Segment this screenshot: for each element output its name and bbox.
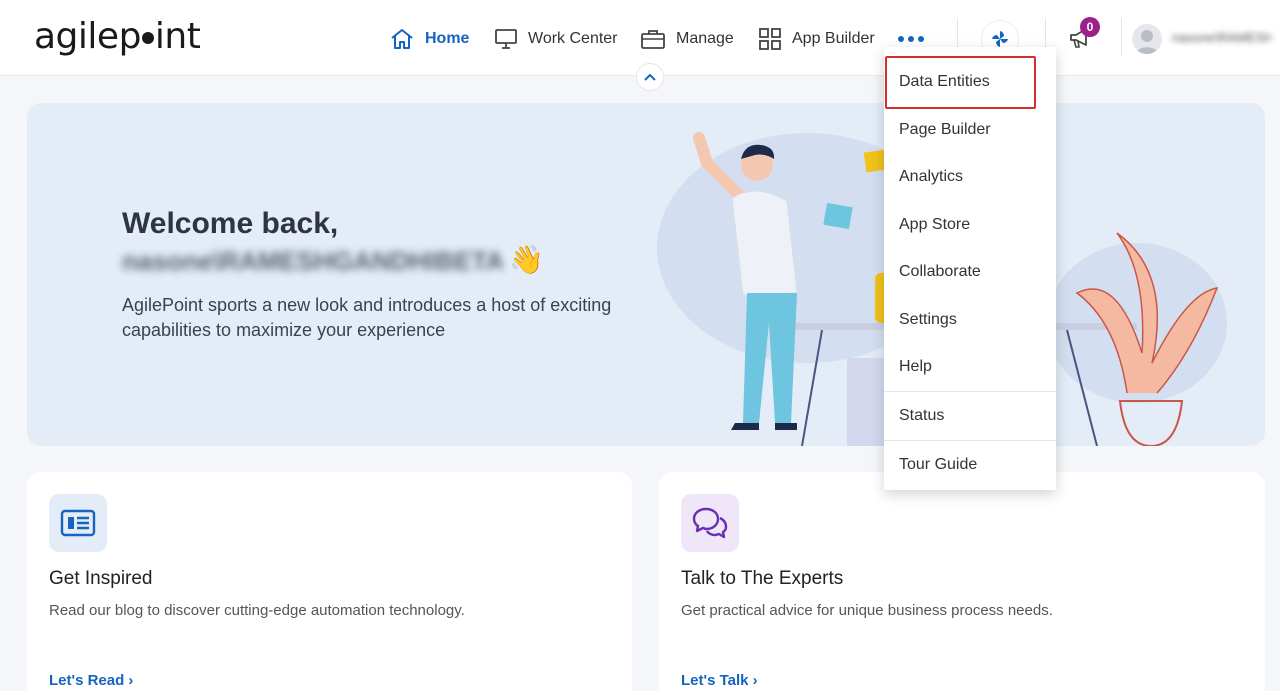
menu-item-analytics[interactable]: Analytics [884, 154, 1056, 200]
agilepoint-logo[interactable]: agilep int [34, 16, 201, 57]
user-avatar[interactable] [1132, 24, 1162, 54]
welcome-user-name: nasone\RAMESHGANDHIBETA [122, 246, 502, 276]
menu-item-status[interactable]: Status [884, 393, 1056, 439]
plant-pot [1118, 400, 1184, 446]
collapse-header-button[interactable] [636, 63, 664, 91]
nav-manage-label: Manage [676, 30, 734, 47]
briefcase-icon [641, 30, 665, 49]
card-description: Get practical advice for unique business… [681, 602, 1053, 619]
newspaper-icon [49, 494, 107, 552]
menu-item-collaborate[interactable]: Collaborate [884, 249, 1056, 295]
menu-item-data-entities[interactable]: Data Entities [884, 59, 1056, 105]
grid-icon [759, 28, 781, 50]
menu-item-app-store[interactable]: App Store [884, 202, 1056, 248]
welcome-title: Welcome back, [122, 207, 339, 240]
menu-item-page-builder[interactable]: Page Builder [884, 107, 1056, 153]
card-description: Read our blog to discover cutting-edge a… [49, 602, 465, 619]
chevron-up-icon [644, 73, 656, 81]
welcome-banner: Welcome back, nasone\RAMESHGANDHIBETA 👋 … [27, 103, 1265, 446]
user-name[interactable]: nasone\RAMESHGANDHIBETA [1172, 30, 1272, 48]
talk-to-experts-card: Talk to The Experts Get practical advice… [659, 472, 1265, 691]
monitor-icon [495, 29, 517, 49]
nav-home-label: Home [425, 30, 470, 47]
menu-divider [884, 391, 1056, 392]
nav-home[interactable]: Home [389, 24, 469, 54]
sticky-note-blue [823, 202, 853, 230]
menu-item-settings[interactable]: Settings [884, 297, 1056, 343]
top-header: agilep int Home Work Center Manage App Bu… [0, 0, 1280, 76]
person-pants [743, 293, 797, 423]
card-title: Talk to The Experts [681, 568, 844, 589]
logo-text-a: agilep [34, 16, 141, 57]
header-divider [1121, 18, 1122, 56]
home-icon [391, 29, 413, 49]
menu-divider [884, 440, 1056, 441]
user-icon [1136, 30, 1158, 54]
dot [908, 36, 914, 42]
person-shoes [731, 423, 797, 430]
wave-emoji-icon: 👋 [509, 244, 544, 275]
nav-work-center[interactable]: Work Center [494, 24, 618, 54]
notification-count-badge: 0 [1080, 17, 1100, 37]
dot [918, 36, 924, 42]
nav-app-builder[interactable]: App Builder [758, 24, 875, 54]
pinwheel-icon [992, 31, 1008, 47]
more-dropdown-menu: Data Entities Page Builder Analytics App… [884, 47, 1056, 490]
logo-dot [141, 32, 154, 44]
welcome-description: AgilePoint sports a new look and introdu… [122, 295, 612, 340]
menu-item-tour-guide[interactable]: Tour Guide [884, 442, 1056, 488]
nav-app-builder-label: App Builder [792, 30, 875, 47]
card-title: Get Inspired [49, 568, 153, 589]
dot [898, 36, 904, 42]
lets-talk-link[interactable]: Let's Talk › [681, 672, 758, 689]
nav-work-center-label: Work Center [528, 30, 618, 47]
more-menu-button[interactable] [898, 36, 924, 42]
lets-read-link[interactable]: Let's Read › [49, 672, 133, 689]
nav-manage[interactable]: Manage [640, 24, 734, 54]
person-shirt [731, 190, 798, 296]
menu-item-help[interactable]: Help [884, 344, 1056, 390]
get-inspired-card: Get Inspired Read our blog to discover c… [27, 472, 632, 691]
chat-bubbles-icon [681, 494, 739, 552]
logo-text-b: int [154, 16, 201, 57]
plant-leaves [1075, 232, 1219, 394]
